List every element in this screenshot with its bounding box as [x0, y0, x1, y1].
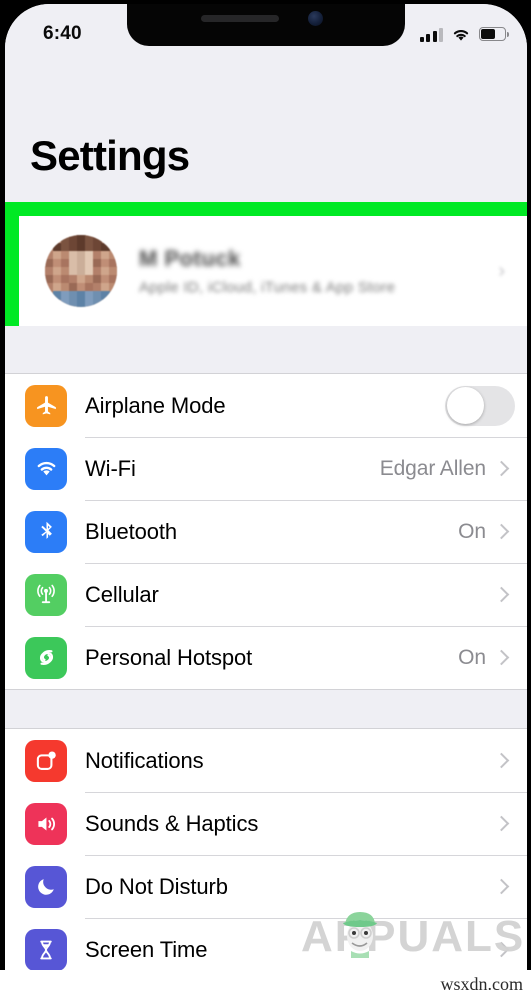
hourglass-icon — [25, 928, 67, 971]
chevron-right-icon — [493, 815, 510, 832]
toggle-knob — [446, 387, 484, 424]
chevron-right-icon — [493, 460, 510, 477]
notifications-badge-icon — [25, 739, 67, 782]
source-watermark: wsxdn.com — [440, 974, 524, 994]
settings-row-label: Do Not Disturb — [85, 873, 228, 899]
notch — [127, 4, 405, 46]
chevron-right-icon — [493, 523, 510, 540]
settings-group-connectivity: Airplane Mode Wi-Fi Edgar Allen Bluetooth On… — [5, 373, 527, 690]
settings-row-cellular[interactable]: Cellular — [5, 563, 527, 626]
account-highlight-box: M Potuck Apple ID, iCloud, iTunes & App … — [5, 202, 527, 326]
settings-row-value: On — [458, 645, 486, 669]
settings-row-personal-hotspot[interactable]: Personal Hotspot On — [5, 626, 527, 689]
chevron-right-icon: › — [498, 259, 505, 282]
chevron-right-icon — [493, 649, 510, 666]
bluetooth-icon — [25, 510, 67, 553]
settings-row-wi-fi[interactable]: Wi-Fi Edgar Allen — [5, 437, 527, 500]
settings-row-label: Cellular — [85, 581, 159, 607]
settings-row-notifications[interactable]: Notifications — [5, 729, 527, 792]
wifi-icon — [25, 447, 67, 490]
front-camera-icon — [308, 11, 323, 26]
apple-account-row[interactable]: M Potuck Apple ID, iCloud, iTunes & App … — [19, 216, 527, 326]
phone-screen: Settings M Potuck Apple ID, iCloud, iTun… — [5, 4, 527, 972]
settings-row-label: Notifications — [85, 747, 204, 773]
speaker-waves-icon — [25, 802, 67, 845]
settings-row-label: Personal Hotspot — [85, 644, 253, 670]
page-title: Settings — [30, 132, 190, 179]
phone-frame: Settings M Potuck Apple ID, iCloud, iTun… — [0, 0, 531, 998]
chevron-right-icon — [493, 878, 510, 895]
settings-row-value: Edgar Allen — [379, 456, 486, 480]
settings-row-bluetooth[interactable]: Bluetooth On — [5, 500, 527, 563]
settings-row-do-not-disturb[interactable]: Do Not Disturb — [5, 855, 527, 918]
account-name: M Potuck — [139, 246, 241, 271]
settings-app: Settings M Potuck Apple ID, iCloud, iTun… — [5, 4, 527, 972]
avatar — [45, 235, 117, 307]
status-indicators — [419, 24, 509, 42]
appuals-watermark: APPUALS — [301, 912, 526, 961]
cellular-antenna-icon — [25, 573, 67, 616]
settings-row-label: Sounds & Haptics — [85, 810, 259, 836]
status-time: 6:40 — [43, 23, 82, 44]
appuals-mascot-icon — [343, 912, 377, 958]
settings-row-label: Bluetooth — [85, 518, 178, 544]
settings-row-airplane-mode[interactable]: Airplane Mode — [5, 374, 527, 437]
settings-row-label: Wi-Fi — [85, 455, 136, 481]
airplane-icon — [25, 384, 67, 427]
hotspot-link-icon — [25, 636, 67, 679]
airplane-mode-toggle[interactable] — [445, 385, 515, 426]
chevron-right-icon — [493, 752, 510, 769]
settings-row-label: Airplane Mode — [85, 392, 226, 418]
battery-icon — [479, 27, 509, 42]
cellular-signal-icon — [419, 28, 443, 42]
wifi-icon — [453, 30, 469, 41]
settings-row-value: On — [458, 519, 486, 543]
account-subtitle: Apple ID, iCloud, iTunes & App Store — [139, 279, 396, 296]
account-text: M Potuck Apple ID, iCloud, iTunes & App … — [139, 246, 498, 296]
moon-icon — [25, 865, 67, 908]
settings-row-sounds-haptics[interactable]: Sounds & Haptics — [5, 792, 527, 855]
chevron-right-icon — [493, 586, 510, 603]
speaker-grille — [201, 15, 279, 22]
